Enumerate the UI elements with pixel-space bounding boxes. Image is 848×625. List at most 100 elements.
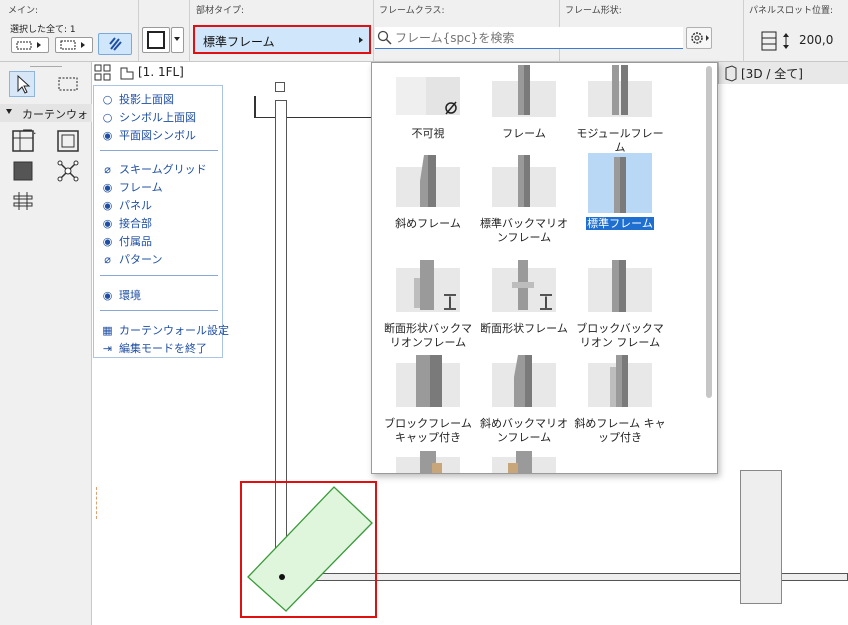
magic-wand-button[interactable]	[98, 33, 132, 55]
arrow-tool[interactable]	[9, 71, 35, 97]
invisible-frame-thumbnail	[396, 77, 460, 115]
popup-settings-button[interactable]	[686, 27, 712, 49]
radio-symbol-plan[interactable]: ○ シンボル上面図	[102, 109, 196, 125]
slanted-back-mullion-thumbnail	[492, 355, 556, 407]
toggle-panel[interactable]: ◉ パネル	[102, 197, 152, 213]
arrow-cursor-icon	[17, 74, 31, 94]
selection-icon	[16, 41, 41, 50]
grid-view-icon	[94, 64, 111, 81]
toggle-pattern[interactable]: ⌀ パターン	[102, 251, 162, 267]
junction-tool[interactable]	[55, 158, 81, 184]
toggle-accessory[interactable]: ◉ 付属品	[102, 233, 152, 249]
frame-option-slanted-cap[interactable]: 斜めフレーム キャップ付き	[572, 353, 668, 453]
frame-option-modular[interactable]: モジュールフレーム	[572, 63, 668, 159]
frame-option-invisible[interactable]: 不可視	[380, 63, 476, 159]
radio-off-icon: ○	[102, 111, 113, 124]
frame-option-label-selected: 標準フレーム	[586, 217, 654, 230]
marquee-mode-button[interactable]	[55, 37, 93, 53]
frame-option-profile-back-mullion[interactable]: I 断面形状バックマリオンフレーム	[380, 258, 476, 358]
radio-off-icon: ○	[102, 93, 113, 106]
frame-option-slanted-back-mullion[interactable]: 斜めバックマリオンフレーム	[476, 353, 572, 453]
eye-icon: ◉	[102, 181, 113, 194]
chevron-right-icon	[359, 37, 363, 43]
frame-icon	[57, 130, 79, 152]
radio-floor-plan-symbol[interactable]: ◉ 平面図シンボル	[102, 127, 196, 143]
frame-option-label: 断面形状バックマリオンフレーム	[384, 322, 472, 349]
geometry-method-dropdown[interactable]	[171, 27, 184, 53]
panel-slot-label: パネルスロット位置:	[749, 6, 834, 16]
scroll-indicator	[96, 487, 102, 519]
accessory-tool[interactable]	[10, 188, 36, 214]
toggle-scheme-grid[interactable]: ⌀ スキームグリッド	[102, 161, 206, 177]
floor-plan-tab-label: [1. 1FL]	[138, 65, 184, 79]
curtain-wall-section-header[interactable]: カーテンウォー.	[0, 104, 92, 137]
wall-end-cap	[275, 82, 285, 92]
wood-frame-thumbnail	[492, 451, 556, 473]
panel-slot-icon	[761, 31, 789, 51]
floor-plan-icon	[120, 67, 134, 80]
frame-option-label: ブロックフレーム キャップ付き	[384, 417, 472, 444]
member-type-value: 標準フレーム	[203, 35, 275, 49]
slanted-cap-frame-thumbnail	[588, 355, 652, 407]
main-section-label: メイン:	[8, 6, 39, 16]
frame-option-standard[interactable]: 標準フレーム	[572, 153, 668, 253]
standard-back-mullion-thumbnail	[492, 155, 556, 207]
marquee-tool[interactable]	[55, 71, 81, 97]
frame-option-partial[interactable]	[380, 451, 476, 473]
exit-edit-mode-link[interactable]: ⇥ 編集モードを終了	[102, 340, 207, 356]
curtain-wall-settings-link[interactable]: ▦ カーテンウォール設定	[102, 322, 229, 338]
frame-class-label: フレームクラス:	[379, 6, 445, 16]
eye-icon: ◉	[102, 289, 113, 302]
member-type-label: 部材タイプ:	[196, 6, 245, 16]
hand-icon	[109, 37, 122, 51]
frame-type-popup: 不可視 フレーム モジュールフレーム 斜めフレーム 標準バックマリオンフレーム …	[371, 62, 718, 474]
frame-option-label: 斜めバックマリオンフレーム	[480, 417, 568, 444]
frame-square-icon	[147, 31, 165, 49]
eye-icon: ◉	[102, 199, 113, 212]
geometry-method-button[interactable]	[142, 27, 170, 53]
popup-scrollbar[interactable]	[706, 66, 712, 398]
frame-option-label: 斜めフレーム	[395, 217, 461, 230]
highlight-box-element	[240, 481, 377, 618]
frame-option-standard-back-mullion[interactable]: 標準バックマリオンフレーム	[476, 153, 572, 253]
navigator-button[interactable]	[93, 63, 113, 83]
block-back-mullion-thumbnail	[588, 260, 652, 312]
panel-icon	[13, 161, 33, 181]
frame-search-field[interactable]	[375, 27, 683, 49]
frame-option-block-cap[interactable]: ブロックフレーム キャップ付き	[380, 353, 476, 453]
standard-frame-thumbnail	[588, 153, 652, 213]
frame-option-label: フレーム	[502, 127, 546, 140]
profile-back-mullion-thumbnail: I	[396, 260, 460, 312]
toggle-environment[interactable]: ◉ 環境	[102, 287, 141, 303]
radio-projected-plan[interactable]: ○ 投影上面図	[102, 91, 174, 107]
tab-3d-label: [3D / 全て]	[741, 67, 803, 81]
panel-slot-value[interactable]: 200,0	[799, 33, 833, 47]
frame-option-label: ブロックバックマリオン フレーム	[576, 322, 664, 349]
exit-icon: ⇥	[102, 342, 113, 355]
frame-option-profile[interactable]: I 断面形状フレーム	[476, 258, 572, 358]
profile-frame-thumbnail: I	[492, 260, 556, 312]
eye-hidden-icon: ⌀	[104, 253, 111, 266]
frame-option-block-back-mullion[interactable]: ブロックバックマリオン フレーム	[572, 258, 668, 358]
frame-tool[interactable]	[55, 128, 81, 154]
frame-option-partial[interactable]	[476, 451, 572, 473]
frame-option-slanted[interactable]: 斜めフレーム	[380, 153, 476, 253]
tab-3d-view[interactable]: [3D / 全て]	[718, 62, 848, 84]
modular-frame-thumbnail	[588, 65, 652, 117]
member-type-selector[interactable]: 標準フレーム	[193, 25, 371, 54]
junction-icon	[57, 160, 79, 182]
scheme-grid-tool[interactable]	[10, 128, 36, 154]
panel-tool[interactable]	[10, 158, 36, 184]
frame-option-frame[interactable]: フレーム	[476, 63, 572, 159]
toggle-junction[interactable]: ◉ 接合部	[102, 215, 152, 231]
slanted-frame-thumbnail	[396, 155, 460, 207]
display-options-panel: ○ 投影上面図 ○ シンボル上面図 ◉ 平面図シンボル ⌀ スキームグリッド ◉ フレーム…	[93, 85, 229, 358]
marquee-icon	[60, 40, 85, 50]
search-icon	[377, 30, 392, 45]
settings-grid-icon: ▦	[102, 324, 113, 337]
search-input[interactable]	[395, 29, 680, 47]
selection-filter-button[interactable]	[11, 37, 49, 53]
frame-option-label: 不可視	[411, 127, 445, 140]
3d-view-icon	[725, 65, 737, 82]
toggle-frame[interactable]: ◉ フレーム	[102, 179, 163, 195]
